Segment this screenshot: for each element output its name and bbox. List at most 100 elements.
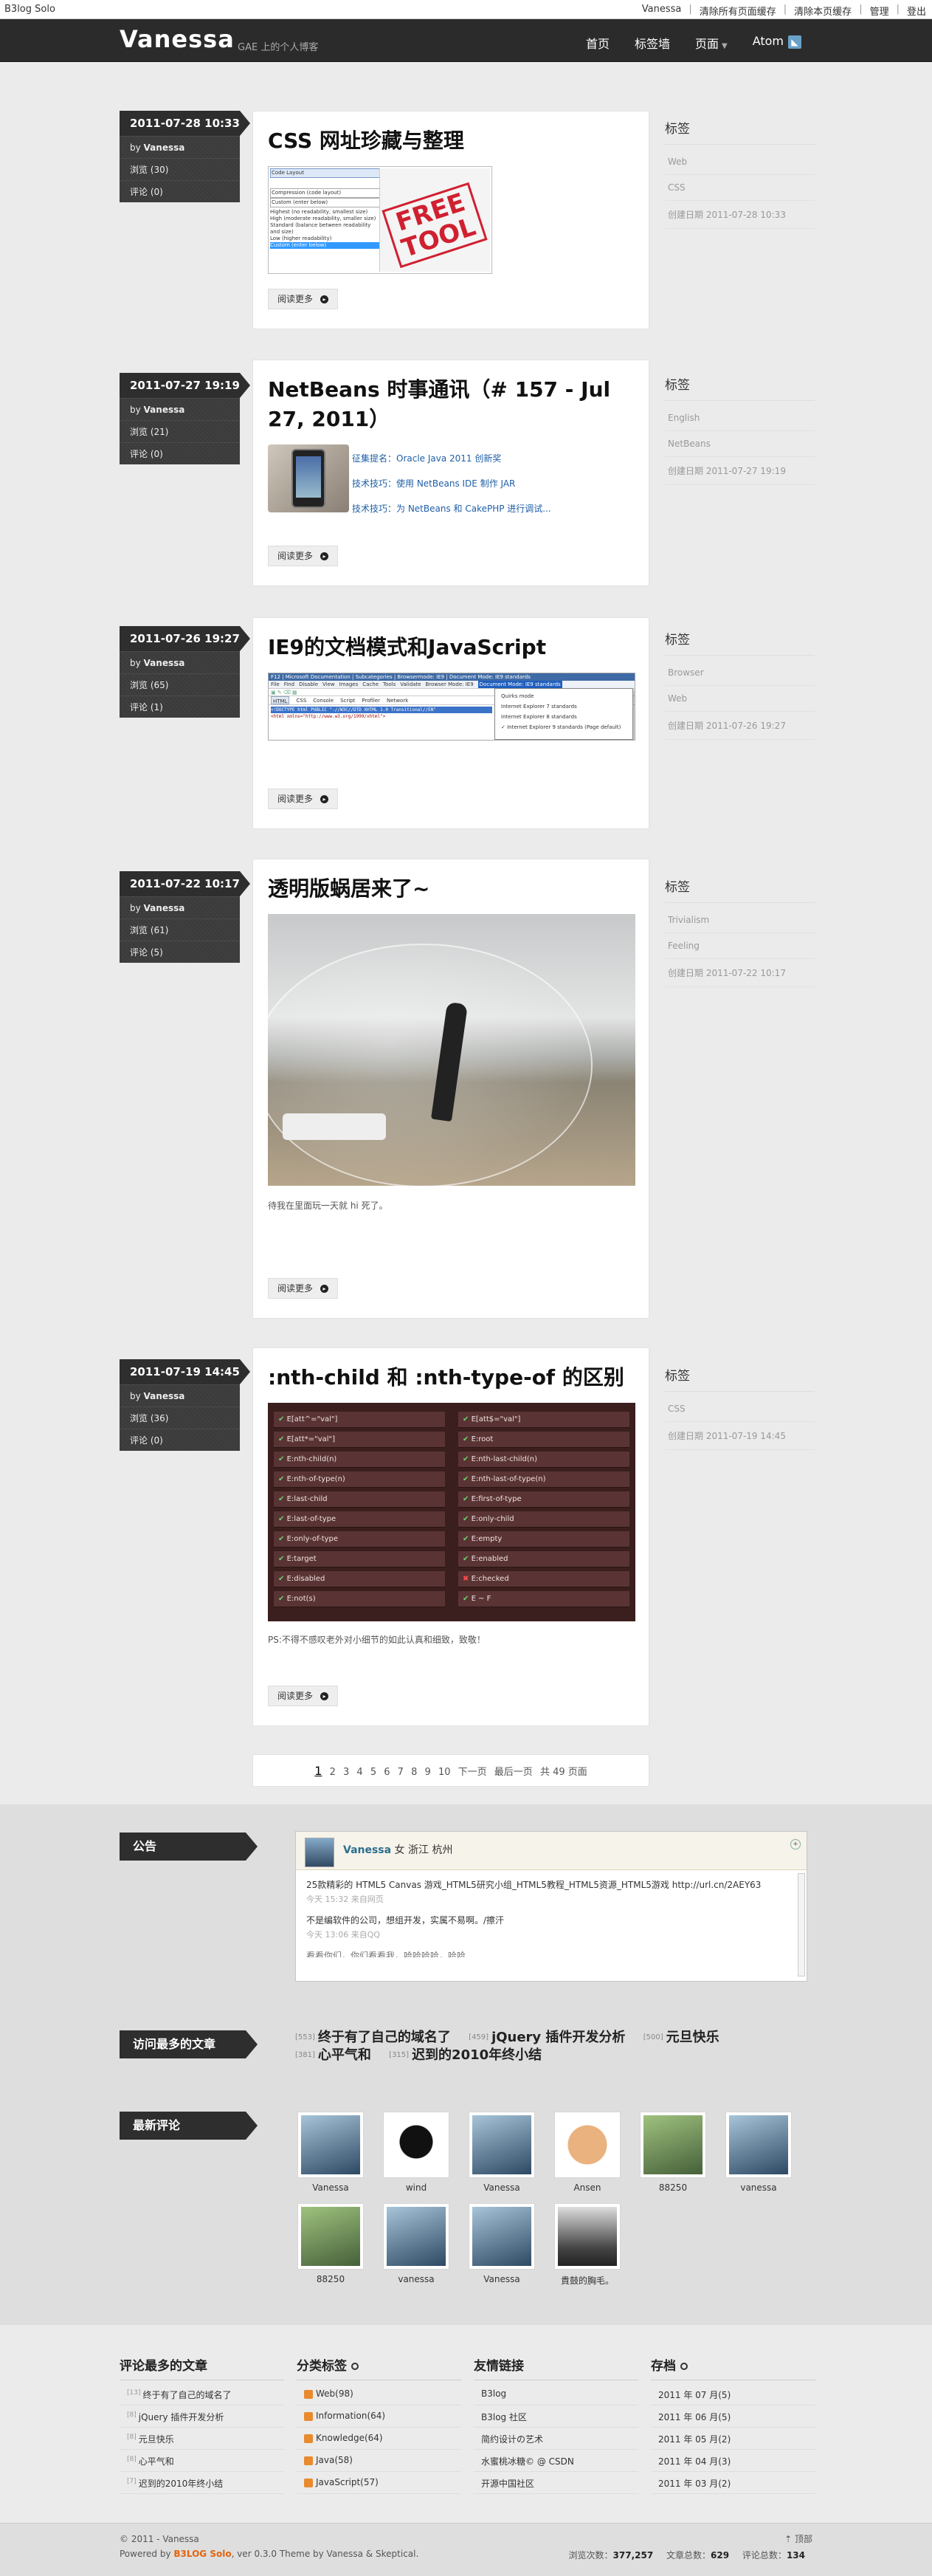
page-link[interactable]: 10 — [438, 1767, 451, 1778]
friend-link[interactable]: B3log 社区 — [474, 2405, 638, 2428]
admin-link[interactable]: 管理 — [870, 4, 889, 18]
page-link[interactable]: 7 — [398, 1767, 404, 1778]
article-views: 浏览 (30) — [120, 158, 240, 180]
article-comments[interactable]: 评论 (1) — [120, 695, 240, 718]
commenter[interactable]: Vanessa — [466, 2112, 537, 2193]
most-viewed-item[interactable]: [459] jQuery 插件开发分析 — [469, 2030, 625, 2045]
page-link[interactable]: 9 — [425, 1767, 431, 1778]
article-title[interactable]: NetBeans 时事通讯（# 157 - Jul 27, 2011） — [268, 375, 634, 434]
commenter[interactable]: Ansen — [552, 2112, 623, 2193]
tag-link[interactable]: CSS — [665, 1396, 815, 1422]
read-more-button[interactable]: 阅读更多 ▸ — [268, 546, 339, 566]
tag-link[interactable]: Java(58) — [297, 2450, 461, 2472]
read-more-button[interactable]: 阅读更多 ▸ — [268, 1278, 339, 1299]
news-link-2[interactable]: 技术技巧：使用 NetBeans IDE 制作 JAR — [352, 471, 551, 496]
article-author[interactable]: by Vanessa — [120, 136, 240, 158]
topbar-user[interactable]: Vanessa — [642, 4, 682, 18]
footer-link[interactable]: [8] 心平气和 — [120, 2450, 284, 2472]
commenter[interactable]: vanessa — [723, 2112, 794, 2193]
tag-link[interactable]: NetBeans — [665, 431, 815, 457]
page-link[interactable]: 6 — [384, 1767, 390, 1778]
friend-link[interactable]: 开源中国社区 — [474, 2472, 638, 2494]
nav-home[interactable]: 首页 — [586, 34, 610, 52]
archive-link[interactable]: 2011 年 04 月(3) — [651, 2450, 815, 2472]
archive-link[interactable]: 2011 年 06 月(5) — [651, 2405, 815, 2428]
notice-scrollbar[interactable] — [798, 1873, 805, 1976]
tag-link[interactable]: Web — [665, 149, 815, 175]
selector-label: E:root — [471, 1435, 494, 1443]
page-link[interactable]: 5 — [370, 1767, 376, 1778]
tag-link[interactable]: Trivialism — [665, 907, 815, 933]
tag-link[interactable]: Information(64) — [297, 2405, 461, 2428]
devtools-tab: HTML — [271, 696, 290, 704]
article-author[interactable]: by Vanessa — [120, 398, 240, 420]
back-to-top-link[interactable]: ⇡ 顶部 — [784, 2532, 812, 2545]
commenter[interactable]: 貴鼓的胸毛。 — [552, 2203, 623, 2287]
most-viewed-item[interactable]: [553] 终于有了自己的域名了 — [295, 2030, 451, 2045]
page-link[interactable]: 3 — [343, 1767, 349, 1778]
news-link-1[interactable]: 征集提名：Oracle Java 2011 创新奖 — [352, 446, 551, 471]
avatar[interactable] — [305, 1838, 334, 1867]
last-page-link[interactable]: 最后一页 — [494, 1767, 533, 1778]
tag-link[interactable]: CSS — [665, 175, 815, 201]
archive-link[interactable]: 2011 年 03 月(2) — [651, 2472, 815, 2494]
commenter[interactable]: Vanessa — [466, 2203, 537, 2284]
article-comments[interactable]: 评论 (0) — [120, 1429, 240, 1451]
footer-link[interactable]: [8] jQuery 插件开发分析 — [120, 2405, 284, 2428]
notice-user-name[interactable]: Vanessa — [343, 1844, 391, 1856]
tag-link[interactable]: Web(98) — [297, 2383, 461, 2405]
footer-link[interactable]: [13] 终于有了自己的域名了 — [120, 2383, 284, 2405]
logout-link[interactable]: 登出 — [907, 4, 926, 18]
tag-link[interactable]: Browser — [665, 660, 815, 686]
commenter[interactable]: 88250 — [295, 2203, 366, 2284]
nav-atom[interactable]: Atom ◣ — [753, 34, 801, 52]
friend-link[interactable]: B3log — [474, 2383, 638, 2405]
tag-link[interactable]: Knowledge(64) — [297, 2428, 461, 2450]
article-comments[interactable]: 评论 (5) — [120, 941, 240, 963]
most-viewed-item[interactable]: [500] 元旦快乐 — [643, 2030, 719, 2045]
article-comments[interactable]: 评论 (0) — [120, 442, 240, 464]
article-author[interactable]: by Vanessa — [120, 651, 240, 673]
tag-link[interactable]: English — [665, 405, 815, 431]
article-title[interactable]: :nth-child 和 :nth-type-of 的区别 — [268, 1363, 634, 1392]
news-link-3[interactable]: 技术技巧：为 NetBeans 和 CakePHP 进行调试... — [352, 496, 551, 521]
commenter[interactable]: 88250 — [638, 2112, 708, 2193]
most-viewed-item[interactable]: [381] 心平气和 — [295, 2047, 371, 2063]
site-logo[interactable]: Vanessa — [120, 25, 235, 53]
commenter[interactable]: vanessa — [381, 2203, 452, 2284]
topbar-brand[interactable]: B3log Solo — [4, 4, 55, 15]
footer-link[interactable]: [8] 元旦快乐 — [120, 2428, 284, 2450]
article-comments[interactable]: 评论 (0) — [120, 180, 240, 202]
product-link[interactable]: B3LOG Solo — [173, 2549, 231, 2559]
commenter[interactable]: wind — [381, 2112, 452, 2193]
article-title[interactable]: CSS 网址珍藏与整理 — [268, 126, 634, 156]
most-viewed-item[interactable]: [315] 迟到的2010年终小结 — [389, 2047, 542, 2063]
footer-link[interactable]: [7] 迟到的2010年终小结 — [120, 2472, 284, 2494]
read-more-button[interactable]: 阅读更多 ▸ — [268, 289, 339, 309]
panel-line: High (moderate readability, smaller size… — [270, 216, 376, 221]
nav-tag-wall[interactable]: 标签墙 — [635, 34, 670, 52]
nav-pages[interactable]: 页面 ▼ — [695, 34, 728, 52]
notice-user-info: 女 浙江 杭州 — [394, 1844, 453, 1856]
friend-link[interactable]: 水蜜桃冰糖© @ CSDN — [474, 2450, 638, 2472]
page-link[interactable]: 8 — [411, 1767, 417, 1778]
clear-page-cache-link[interactable]: 清除本页缓存 — [794, 4, 852, 18]
article-author[interactable]: by Vanessa — [120, 896, 240, 918]
page-link[interactable]: 4 — [356, 1767, 362, 1778]
read-more-button[interactable]: 阅读更多 ▸ — [268, 789, 339, 809]
follow-icon[interactable]: + — [790, 1839, 801, 1849]
next-page-link[interactable]: 下一页 — [458, 1767, 487, 1778]
archive-link[interactable]: 2011 年 07 月(5) — [651, 2383, 815, 2405]
article-title[interactable]: IE9的文档模式和JavaScript — [268, 633, 634, 662]
tag-link[interactable]: Web — [665, 686, 815, 712]
friend-link[interactable]: 简约设计の艺术 — [474, 2428, 638, 2450]
article-author[interactable]: by Vanessa — [120, 1384, 240, 1407]
tag-link[interactable]: JavaScript(57) — [297, 2472, 461, 2494]
page-link[interactable]: 2 — [330, 1767, 336, 1778]
commenter[interactable]: Vanessa — [295, 2112, 366, 2193]
article-title[interactable]: 透明版蜗居来了~ — [268, 874, 634, 904]
tag-link[interactable]: Feeling — [665, 933, 815, 959]
read-more-button[interactable]: 阅读更多 ▸ — [268, 1686, 339, 1706]
archive-link[interactable]: 2011 年 05 月(2) — [651, 2428, 815, 2450]
clear-all-cache-link[interactable]: 清除所有页面缓存 — [700, 4, 776, 18]
